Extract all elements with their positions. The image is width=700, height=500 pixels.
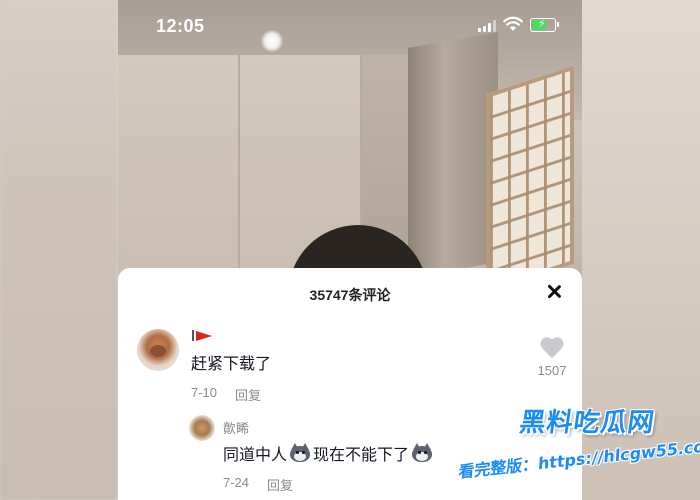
wifi-icon [503, 16, 523, 31]
reply-text-part2: 现在不能下了 [313, 445, 410, 464]
status-bar: 12:05 ⚡ [118, 0, 582, 54]
reply-text: 同道中人 现在不能下了 [223, 441, 435, 465]
reply-button[interactable]: 回复 [235, 385, 261, 404]
red-flag-icon[interactable] [192, 329, 222, 341]
reply-date: 7-24 [223, 475, 250, 490]
comments-count-title: 35747条评论 [309, 287, 391, 303]
like-button[interactable]: 1507 [532, 338, 572, 378]
comment-text: 赶紧下载了 [191, 354, 272, 373]
husky-face-icon [411, 443, 433, 463]
video-background-shoji-screen [486, 65, 574, 293]
reply-button[interactable]: 回复 [267, 475, 293, 494]
cellular-signal-icon [478, 20, 496, 32]
charging-bolt-icon: ⚡ [538, 17, 546, 30]
watermark-logo: 黑料吃瓜网 [517, 408, 657, 438]
reply-meta: 7-24 回复 [223, 475, 293, 494]
phone-screen: 12:05 ⚡ 35747条评论 赶紧下载了 7-10 回复 1507 歕睎 同… [118, 0, 582, 500]
reply-text-part1: 同道中人 [223, 445, 288, 464]
left-blurred-backdrop [0, 0, 118, 500]
like-count: 1507 [537, 363, 567, 378]
close-icon[interactable] [542, 280, 566, 304]
reply-avatar[interactable] [189, 415, 215, 441]
status-time: 12:05 [156, 16, 205, 36]
battery-icon: ⚡ [530, 17, 556, 32]
comment-date: 7-10 [191, 385, 218, 400]
watermark: 黑料吃瓜网 看完整版：https://hlcgw55.com [458, 402, 700, 482]
comment-meta: 7-10 回复 [191, 385, 261, 404]
reply-author-name[interactable]: 歕睎 [223, 418, 249, 437]
video-background-door [408, 32, 498, 278]
husky-face-icon [289, 443, 311, 463]
video-background-wall [118, 55, 240, 285]
avatar[interactable] [137, 329, 179, 371]
battery-tip [557, 22, 559, 27]
heart-icon [540, 338, 564, 360]
